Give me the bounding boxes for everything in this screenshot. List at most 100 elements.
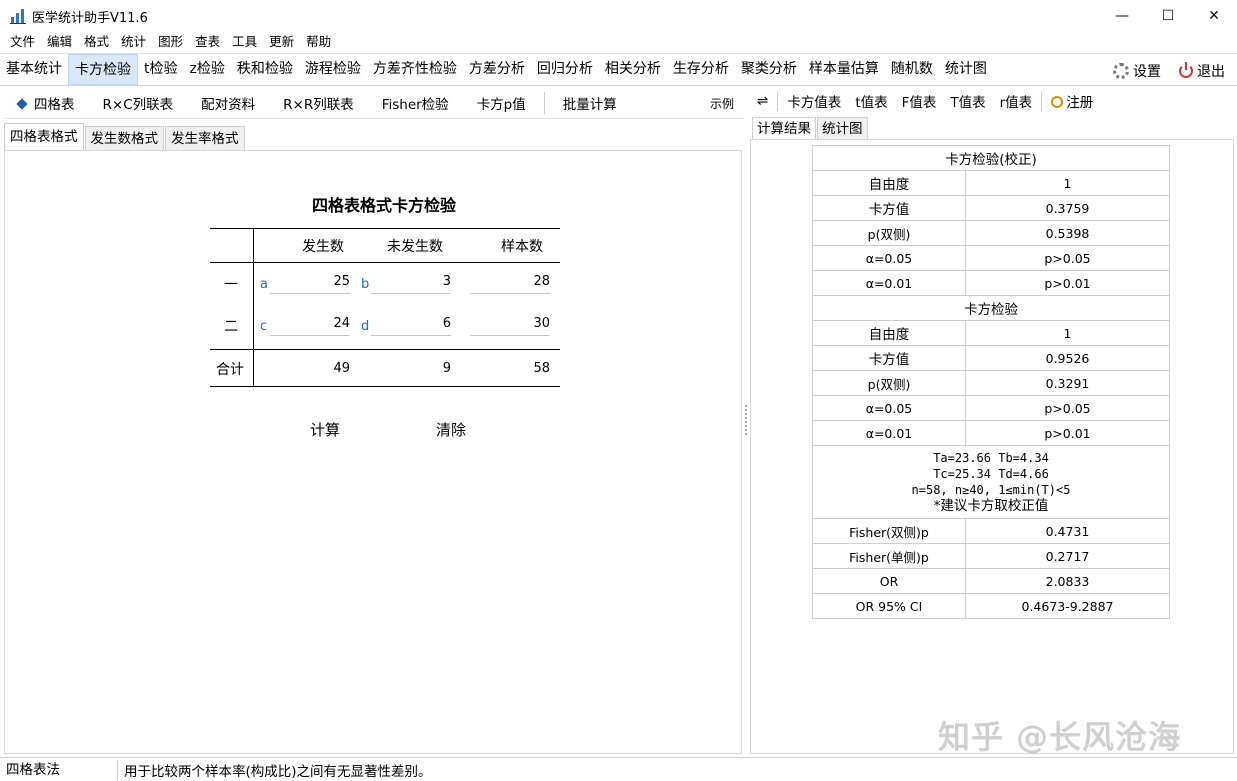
table-header-rule — [210, 262, 560, 263]
module-tab-bar: 基本统计 卡方检验 t检验 z检验 秩和检验 游程检验 方差齐性检验 方差分析 … — [0, 53, 1237, 86]
exit-button[interactable]: 退出 — [1179, 61, 1225, 81]
result-value: 2.0833 — [965, 568, 1170, 594]
tab-random-numbers[interactable]: 随机数 — [885, 54, 939, 85]
section-title-plain: 卡方检验 — [812, 295, 1170, 321]
status-description: 用于比较两个样本率(构成比)之间有无显著性差别。 — [124, 763, 432, 780]
r-table-button[interactable]: r值表 — [993, 91, 1040, 111]
table-row: 卡方值 0.9526 — [812, 345, 1170, 371]
toolbar-divider — [777, 91, 779, 111]
cell-b-input[interactable]: 3 — [371, 274, 451, 294]
row-label-1: 一 — [224, 277, 238, 293]
tab-count-format[interactable]: 发生数格式 — [84, 126, 164, 150]
pane-splitter[interactable] — [745, 405, 748, 435]
close-icon[interactable]: ✕ — [1191, 0, 1237, 32]
subtool-paired[interactable]: 配对资料 — [187, 93, 269, 113]
tab-results[interactable]: 计算结果 — [752, 117, 816, 139]
tab-t-test[interactable]: t检验 — [138, 54, 184, 85]
cell-c-input[interactable]: 24 — [270, 316, 350, 336]
result-key: 卡方值 — [812, 345, 966, 371]
table-row: 自由度 1 — [812, 170, 1170, 196]
menu-graphics[interactable]: 图形 — [152, 32, 189, 52]
result-value: p>0.05 — [965, 245, 1170, 271]
note-line: n=58, n≥40, 1≤min(T)<5 — [911, 483, 1071, 497]
result-value: 0.4673-9.2887 — [965, 593, 1170, 619]
result-value: 0.2717 — [965, 543, 1170, 569]
subtool-rxr[interactable]: R×R列联表 — [269, 93, 368, 113]
tab-rank-sum[interactable]: 秩和检验 — [231, 54, 299, 85]
tab-rate-format[interactable]: 发生率格式 — [165, 126, 245, 150]
table-row: p(双侧) 0.5398 — [812, 220, 1170, 246]
result-key: α=0.05 — [812, 245, 966, 271]
menu-file[interactable]: 文件 — [4, 32, 41, 52]
menu-format[interactable]: 格式 — [78, 32, 115, 52]
T-table-button[interactable]: T值表 — [943, 91, 992, 111]
f-table-button[interactable]: F值表 — [895, 91, 944, 111]
menu-lookup-tables[interactable]: 查表 — [189, 32, 226, 52]
tab-cluster[interactable]: 聚类分析 — [735, 54, 803, 85]
example-button[interactable]: 示例 — [696, 95, 744, 112]
chi-square-table-button[interactable]: 卡方值表 — [780, 91, 848, 111]
table-row: p(双侧) 0.3291 — [812, 370, 1170, 396]
cell-a-input[interactable]: 25 — [270, 274, 350, 294]
power-icon — [1179, 61, 1193, 78]
format-panel — [4, 150, 742, 754]
register-button[interactable]: 注册 — [1044, 91, 1100, 111]
settings-label: 设置 — [1133, 63, 1161, 80]
swap-icon[interactable]: ⇌ — [750, 93, 775, 109]
menu-update[interactable]: 更新 — [263, 32, 300, 52]
table-row: OR 2.0833 — [812, 568, 1170, 594]
table-row: 卡方值 0.3759 — [812, 195, 1170, 221]
tab-variance-homogeneity[interactable]: 方差齐性检验 — [367, 54, 463, 85]
watermark: 知乎 @长风沧海 — [938, 718, 1182, 756]
tab-z-test[interactable]: z检验 — [184, 54, 231, 85]
cell-d-input[interactable]: 6 — [371, 316, 451, 336]
settings-button[interactable]: 设置 — [1113, 61, 1161, 81]
menu-tools[interactable]: 工具 — [226, 32, 263, 52]
calculate-button[interactable]: 计算 — [310, 419, 340, 440]
title-bar: 医学统计助手V11.6 — ☐ ✕ — [0, 0, 1237, 32]
result-value: 1 — [965, 320, 1170, 346]
clear-button[interactable]: 清除 — [436, 419, 466, 440]
results-table: 卡方检验(校正) 自由度 1 卡方值 0.3759 p(双侧) 0.5398 α=0.… — [812, 145, 1170, 619]
tab-stat-chart[interactable]: 统计图 — [817, 117, 868, 139]
table-row: Fisher(单侧)p 0.2717 — [812, 543, 1170, 569]
subtool-chi-p-value[interactable]: 卡方p值 — [463, 93, 540, 113]
minimize-icon[interactable]: — — [1099, 0, 1145, 32]
result-key: p(双侧) — [812, 370, 966, 396]
result-key: Fisher(单侧)p — [812, 543, 966, 569]
tab-anova[interactable]: 方差分析 — [463, 54, 531, 85]
exit-label: 退出 — [1197, 63, 1225, 80]
result-value: 0.4731 — [965, 518, 1170, 544]
result-key: 自由度 — [812, 170, 966, 196]
section-title-corrected: 卡方检验(校正) — [812, 145, 1170, 171]
subtool-rxc[interactable]: R×C列联表 — [89, 93, 188, 113]
subtool-fisher[interactable]: Fisher检验 — [368, 93, 463, 113]
note-line: Tc=25.34 Td=4.66 — [933, 467, 1049, 481]
menu-edit[interactable]: 编辑 — [41, 32, 78, 52]
menu-help[interactable]: 帮助 — [300, 32, 337, 52]
tab-correlation[interactable]: 相关分析 — [599, 54, 667, 85]
diamond-icon — [16, 98, 28, 110]
tab-regression[interactable]: 回归分析 — [531, 54, 599, 85]
result-pane: ⇌ 卡方值表 t值表 F值表 T值表 r值表 注册 计算结果 统计图 卡方检验(… — [750, 88, 1234, 754]
tab-sample-size[interactable]: 样本量估算 — [803, 54, 885, 85]
menu-statistics[interactable]: 统计 — [115, 32, 152, 52]
result-value: p>0.01 — [965, 420, 1170, 446]
tab-basic-stats[interactable]: 基本统计 — [0, 54, 68, 85]
tab-fourfold-format[interactable]: 四格表格式 — [4, 123, 84, 150]
table-row: Ta=23.66 Tb=4.34 Tc=25.34 Td=4.66 n=58, … — [812, 445, 1170, 519]
total-non-events: 9 — [442, 361, 451, 376]
maximize-icon[interactable]: ☐ — [1145, 0, 1191, 32]
tab-survival[interactable]: 生存分析 — [667, 54, 735, 85]
batch-calc-button[interactable]: 批量计算 — [549, 93, 631, 113]
cell-label-d: d — [361, 319, 370, 334]
table-row: OR 95% CI 0.4673-9.2887 — [812, 593, 1170, 619]
total-events: 49 — [333, 361, 350, 376]
row1-total: 28 — [470, 274, 550, 294]
tab-stat-charts[interactable]: 统计图 — [939, 54, 993, 85]
t-table-button[interactable]: t值表 — [848, 91, 894, 111]
subtool-fourfold-table[interactable]: 四格表 — [4, 93, 89, 113]
tab-runs-test[interactable]: 游程检验 — [299, 54, 367, 85]
tab-chi-square[interactable]: 卡方检验 — [68, 54, 138, 85]
chi-square-subtoolbar: 四格表 R×C列联表 配对资料 R×R列联表 Fisher检验 卡方p值 批量计… — [4, 88, 744, 119]
